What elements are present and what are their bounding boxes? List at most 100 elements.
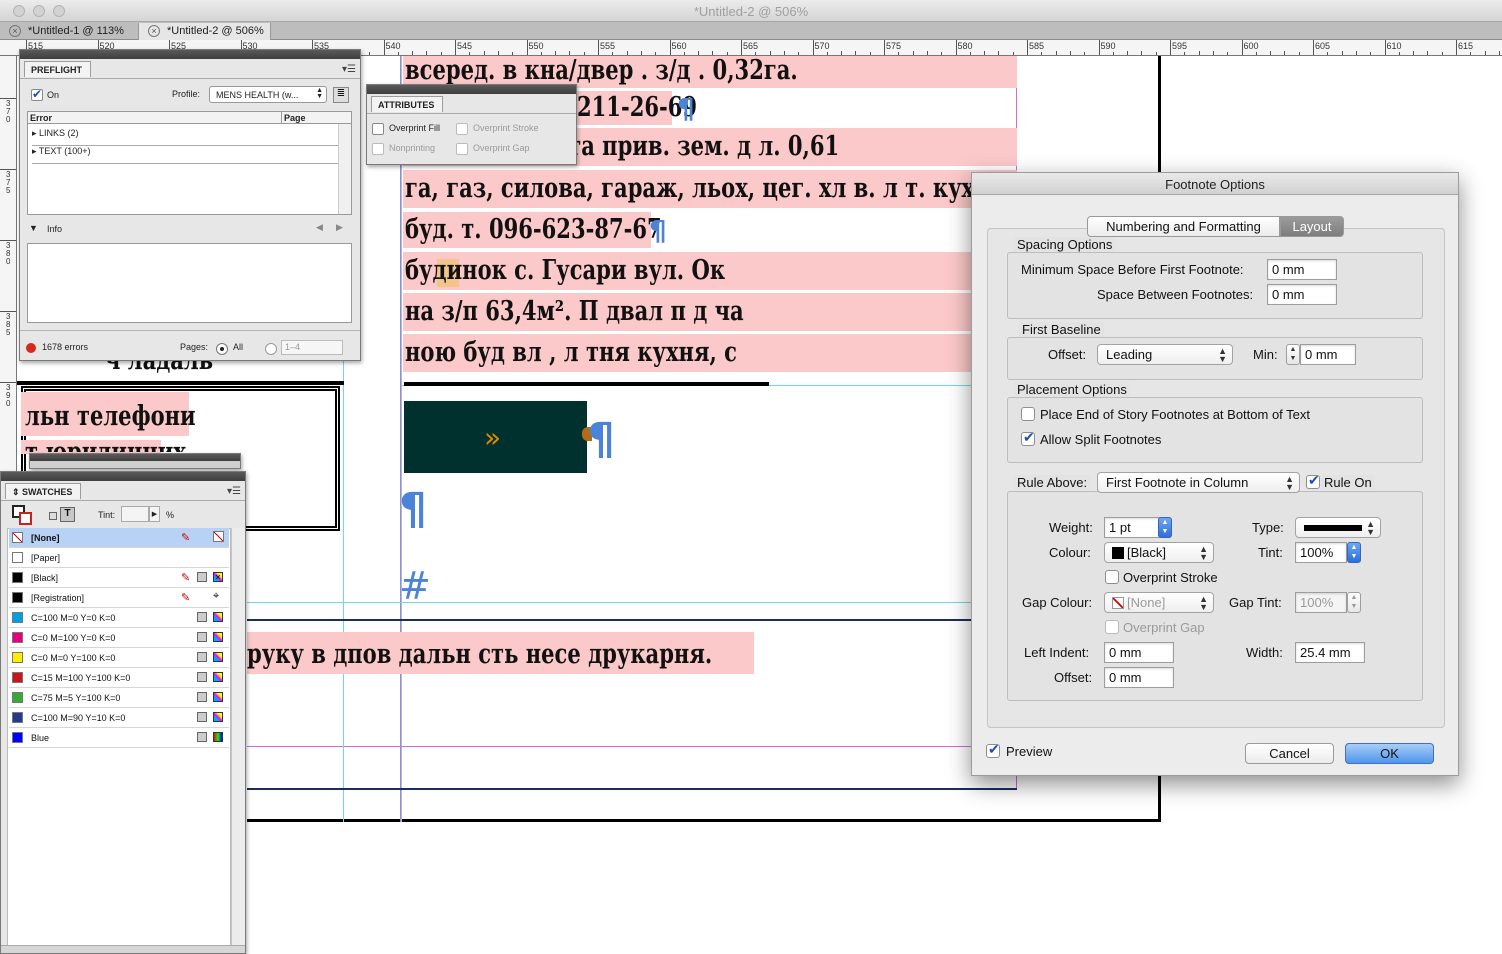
swatch-row-registration[interactable]: [Registration] ✎ ⌖ <box>9 588 229 608</box>
gap-tint-field[interactable]: 100% <box>1295 592 1347 613</box>
swatch-row-none[interactable]: [None] ✎ <box>9 528 229 548</box>
fill-stroke-toggle-icon[interactable] <box>12 505 34 525</box>
min-field[interactable]: 0 mm <box>1300 344 1356 365</box>
profile-select[interactable]: MENS HEALTH (w... ▲ ▼ <box>209 86 327 103</box>
ruler-minor-tick <box>1327 52 1329 55</box>
hash-mark: # <box>399 564 431 608</box>
ruler-tick <box>383 40 385 55</box>
pages-range-radio[interactable] <box>265 343 277 355</box>
vertical-ruler[interactable]: 370 375 380 385 390 <box>0 56 17 476</box>
list-scrollbar[interactable] <box>338 124 351 214</box>
ruler-minor-tick <box>1427 51 1429 55</box>
ruler-minor-tick <box>898 52 900 55</box>
ruler-minor-tick <box>626 51 628 55</box>
tint-field[interactable]: 100% <box>1295 542 1347 563</box>
pages-all-radio[interactable] <box>216 343 228 355</box>
tab-layout[interactable]: Layout <box>1280 216 1344 237</box>
ruler-minor-tick <box>1227 52 1229 55</box>
cancel-button[interactable]: Cancel <box>1245 743 1334 764</box>
ruler-label: 375 <box>6 170 11 195</box>
tint-arrow-icon[interactable]: ▶ <box>149 506 160 522</box>
rule-offset-field[interactable]: 0 mm <box>1104 667 1174 688</box>
width-field[interactable]: 25.4 mm <box>1295 642 1365 663</box>
spacing-options-label: Spacing Options <box>1014 237 1116 252</box>
min-space-field[interactable]: 0 mm <box>1267 259 1337 280</box>
tint-field[interactable] <box>121 506 149 522</box>
space-between-field[interactable]: 0 mm <box>1267 284 1337 305</box>
swatch-row-red[interactable]: C=15 M=100 Y=100 K=0 <box>9 668 229 688</box>
swatch-row-green[interactable]: C=75 M=5 Y=100 K=0 <box>9 688 229 708</box>
min-stepper-icon[interactable]: ▲ ▼ <box>1286 344 1300 365</box>
attributes-tab[interactable]: ATTRIBUTES <box>371 96 444 112</box>
ruler-label: 390 <box>6 383 11 408</box>
swatch-row-blue[interactable]: Blue <box>9 728 229 748</box>
ruler-minor-tick <box>1341 51 1343 55</box>
overprint-fill-checkbox[interactable] <box>372 123 384 135</box>
preflight-on-checkbox[interactable] <box>31 87 43 101</box>
ruler-minor-tick <box>1198 51 1200 55</box>
close-tab-icon[interactable]: × <box>148 25 160 37</box>
info-prev-icon[interactable]: ◀ <box>316 222 323 233</box>
profile-options-icon[interactable]: ≣ <box>333 87 349 103</box>
container-format-icon[interactable] <box>49 512 57 520</box>
rule-on-checkbox[interactable] <box>1306 472 1320 489</box>
overprint-gap-checkbox[interactable] <box>456 143 468 155</box>
text-format-icon[interactable]: T <box>60 507 75 522</box>
ruler-label: 540 <box>385 41 401 51</box>
offset-select[interactable]: Leading ▲ ▼ <box>1097 344 1233 365</box>
swatch-row-paper[interactable]: [Paper] <box>9 548 229 568</box>
anchored-frame[interactable]: » <box>404 401 587 473</box>
doc-tab-untitled-1[interactable]: × *Untitled-1 @ 113% <box>0 23 139 40</box>
overprint-stroke-checkbox[interactable] <box>456 123 468 135</box>
info-disclosure-icon[interactable]: ▼ <box>29 223 38 233</box>
swatch-row-magenta[interactable]: C=0 M=100 Y=0 K=0 <box>9 628 229 648</box>
weight-stepper-icon[interactable]: ▲ ▼ <box>1158 517 1172 538</box>
swatch-chip <box>12 572 23 583</box>
overprint-stroke-checkbox[interactable] <box>1105 570 1119 584</box>
end-of-story-checkbox[interactable] <box>1021 407 1035 421</box>
swatch-row-black[interactable]: [Black] ✎ ✕ <box>9 568 229 588</box>
swatch-row-yellow[interactable]: C=0 M=0 Y=100 K=0 <box>9 648 229 668</box>
allow-split-checkbox[interactable] <box>1021 429 1035 446</box>
ruler-tick <box>1241 40 1243 55</box>
collapsed-panel[interactable] <box>29 453 241 469</box>
tint-stepper-icon[interactable]: ▲ ▼ <box>1347 542 1361 563</box>
nonprinting-checkbox[interactable] <box>372 143 384 155</box>
ruler-minor-tick <box>369 52 371 55</box>
swatches-tab[interactable]: ⇕ SWATCHES <box>5 483 82 499</box>
weight-field[interactable]: 1 pt <box>1104 517 1160 538</box>
error-row-text[interactable]: ▸ TEXT (100+) <box>32 146 338 164</box>
gap-tint-stepper-icon[interactable]: ▲ ▼ <box>1347 592 1361 613</box>
ruler-minor-tick <box>1470 52 1472 55</box>
pages-range-field[interactable]: 1–4 <box>281 340 343 355</box>
ruler-minor-tick <box>1184 52 1186 55</box>
select-arrows-icon: ▲ ▼ <box>1285 474 1294 492</box>
rule-above-select[interactable]: First Footnote in Column ▲ ▼ <box>1097 472 1300 493</box>
panel-menu-icon[interactable]: ▾☰ <box>342 64 356 75</box>
offset-label: Offset: <box>1048 347 1087 362</box>
swatch-row-cyan[interactable]: C=100 M=0 Y=0 K=0 <box>9 608 229 628</box>
error-row-links[interactable]: ▸ LINKS (2) <box>32 128 338 146</box>
preview-checkbox[interactable] <box>986 741 1000 758</box>
swatch-chip <box>12 672 23 683</box>
info-next-icon[interactable]: ▶ <box>336 222 343 233</box>
colour-select[interactable]: [Black] ▲ ▼ <box>1104 542 1214 563</box>
close-tab-icon[interactable]: × <box>9 25 21 37</box>
ruler-minor-tick <box>1270 51 1272 55</box>
type-select[interactable]: ▲ ▼ <box>1295 517 1381 538</box>
ruler-minor-tick <box>783 51 785 55</box>
ruler-minor-tick <box>1084 52 1086 55</box>
overprint-fill-label: Overprint Fill <box>389 123 441 133</box>
ok-button[interactable]: OK <box>1345 743 1434 764</box>
swatch-scrollbar[interactable] <box>231 528 245 946</box>
overprint-gap-checkbox[interactable] <box>1105 620 1119 634</box>
gap-colour-select[interactable]: [None] ▲ ▼ <box>1104 592 1214 613</box>
line-sample-icon <box>1304 525 1362 531</box>
left-indent-field[interactable]: 0 mm <box>1104 642 1174 663</box>
swatch-row-navy[interactable]: C=100 M=90 Y=10 K=0 <box>9 708 229 728</box>
doc-tab-untitled-2[interactable]: × *Untitled-2 @ 506% <box>139 23 271 40</box>
preflight-tab[interactable]: PREFLIGHT <box>24 61 91 77</box>
tab-numbering-formatting[interactable]: Numbering and Formatting <box>1087 216 1280 237</box>
panel-menu-icon[interactable]: ▾☰ <box>227 486 241 497</box>
colour-chip-icon <box>1112 547 1124 559</box>
